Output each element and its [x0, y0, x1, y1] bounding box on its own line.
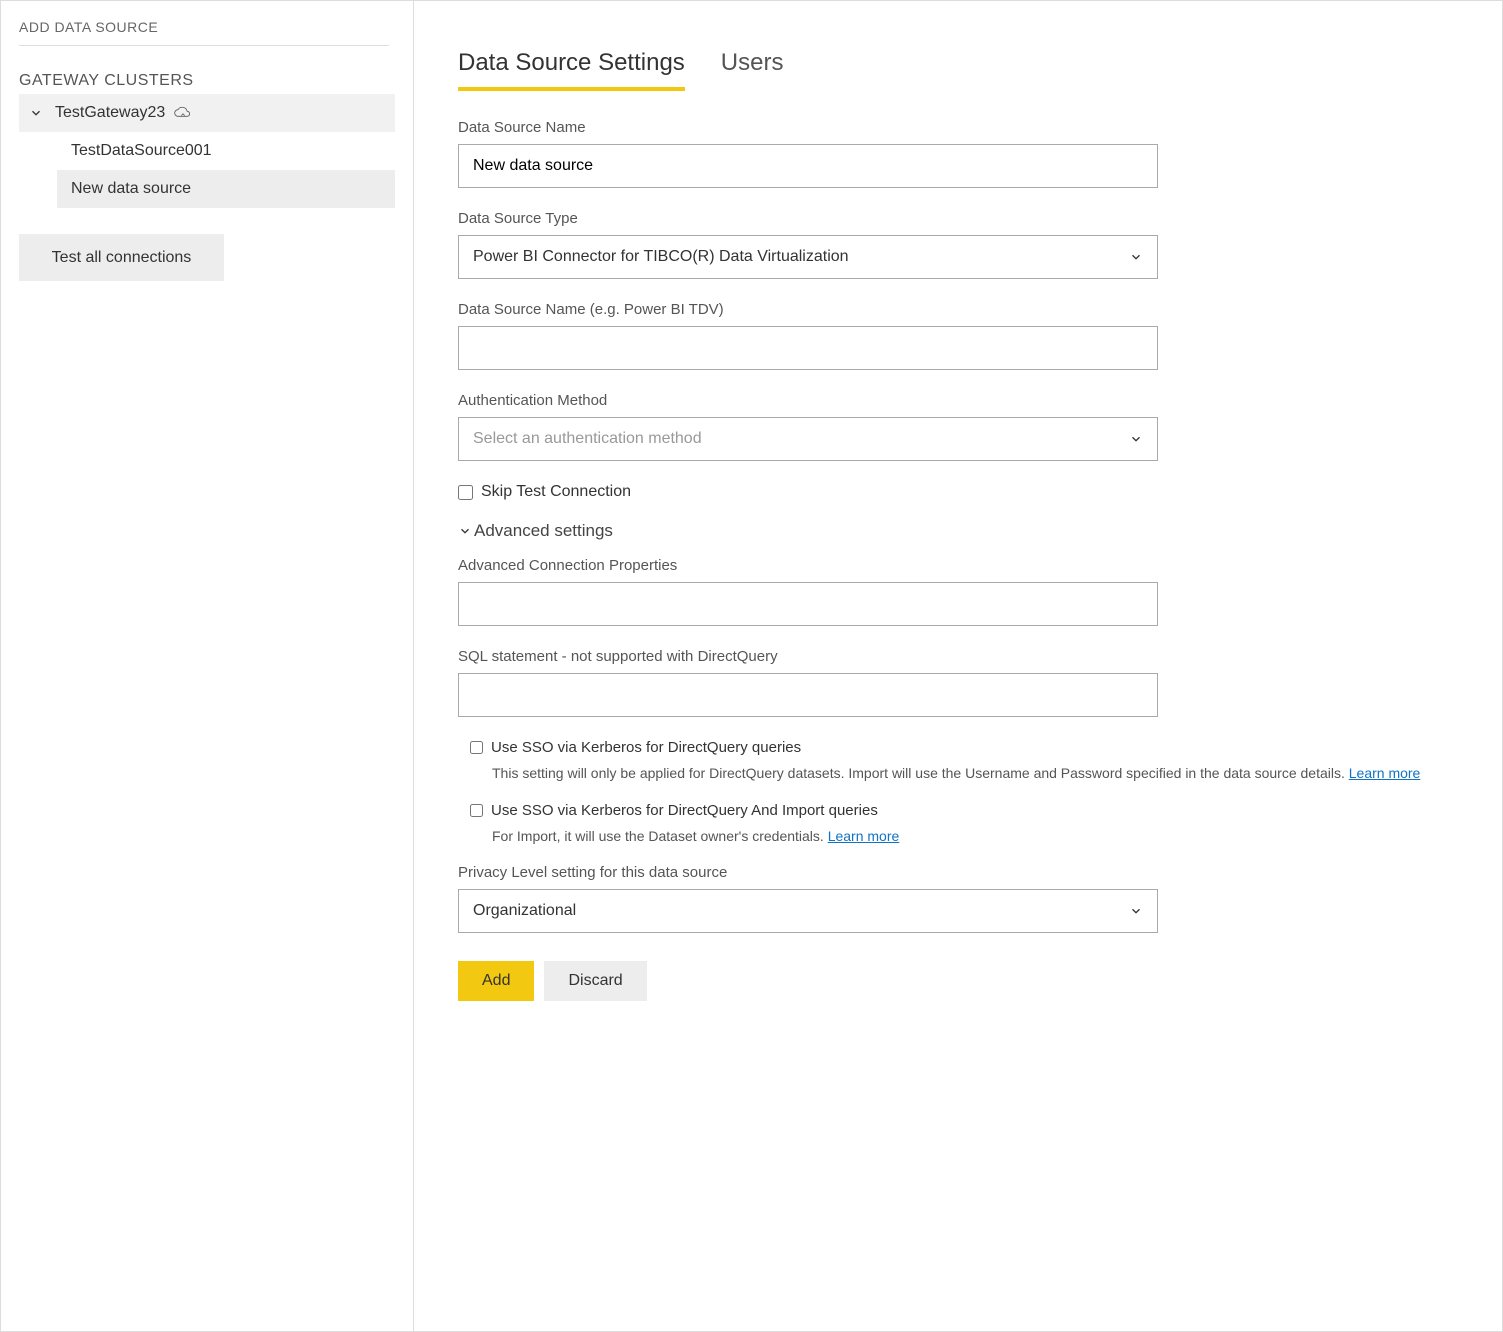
sso-directquery-desc: This setting will only be applied for Di…	[492, 764, 1458, 784]
learn-more-link[interactable]: Learn more	[828, 828, 900, 844]
cluster-name: TestGateway23	[55, 104, 165, 122]
sso-import-desc: For Import, it will use the Dataset owne…	[492, 827, 1458, 847]
sso-import-label: Use SSO via Kerberos for DirectQuery And…	[491, 802, 878, 819]
auth-value: Select an authentication method	[473, 430, 702, 448]
chevron-down-icon	[1129, 432, 1143, 446]
sql-input[interactable]	[458, 673, 1158, 717]
sso-directquery-checkbox[interactable]	[470, 741, 483, 754]
chevron-down-icon	[29, 106, 43, 120]
dstype-select[interactable]: Power BI Connector for TIBCO(R) Data Vir…	[458, 235, 1158, 279]
tab-users[interactable]: Users	[721, 49, 784, 91]
chevron-down-icon	[458, 524, 472, 538]
sql-label: SQL statement - not supported with Direc…	[458, 648, 1458, 665]
auth-select[interactable]: Select an authentication method	[458, 417, 1158, 461]
adv-conn-label: Advanced Connection Properties	[458, 557, 1458, 574]
learn-more-link[interactable]: Learn more	[1349, 765, 1421, 781]
privacy-value: Organizational	[473, 902, 576, 920]
tab-settings[interactable]: Data Source Settings	[458, 49, 685, 91]
skip-test-checkbox[interactable]	[458, 485, 473, 500]
sso-directquery-label: Use SSO via Kerberos for DirectQuery que…	[491, 739, 801, 756]
add-button[interactable]: Add	[458, 961, 534, 1001]
sidebar: ADD DATA SOURCE GATEWAY CLUSTERS TestGat…	[1, 1, 414, 1331]
dsname2-label: Data Source Name (e.g. Power BI TDV)	[458, 301, 1458, 318]
chevron-down-icon	[1129, 250, 1143, 264]
main-panel: Data Source Settings Users Data Source N…	[414, 1, 1502, 1331]
chevron-down-icon	[1129, 904, 1143, 918]
dstype-value: Power BI Connector for TIBCO(R) Data Vir…	[473, 248, 849, 266]
auth-label: Authentication Method	[458, 392, 1458, 409]
dsname2-input[interactable]	[458, 326, 1158, 370]
dsname-input[interactable]	[458, 144, 1158, 188]
skip-test-label: Skip Test Connection	[481, 483, 631, 501]
cloud-sync-icon	[173, 106, 193, 120]
adv-conn-input[interactable]	[458, 582, 1158, 626]
datasource-item-selected[interactable]: New data source	[57, 170, 395, 208]
privacy-select[interactable]: Organizational	[458, 889, 1158, 933]
test-connections-button[interactable]: Test all connections	[19, 234, 224, 281]
sidebar-title: ADD DATA SOURCE	[19, 19, 389, 46]
privacy-label: Privacy Level setting for this data sour…	[458, 864, 1458, 881]
discard-button[interactable]: Discard	[544, 961, 646, 1001]
datasource-list: TestDataSource001 New data source	[19, 132, 395, 208]
gateway-cluster-row[interactable]: TestGateway23	[19, 94, 395, 132]
sso-import-checkbox[interactable]	[470, 804, 483, 817]
advanced-settings-toggle[interactable]: Advanced settings	[458, 521, 1458, 541]
clusters-heading: GATEWAY CLUSTERS	[19, 72, 395, 90]
datasource-item[interactable]: TestDataSource001	[19, 132, 395, 170]
tabs: Data Source Settings Users	[458, 49, 1458, 91]
dsname-label: Data Source Name	[458, 119, 1458, 136]
dstype-label: Data Source Type	[458, 210, 1458, 227]
advanced-settings-label: Advanced settings	[474, 521, 613, 541]
